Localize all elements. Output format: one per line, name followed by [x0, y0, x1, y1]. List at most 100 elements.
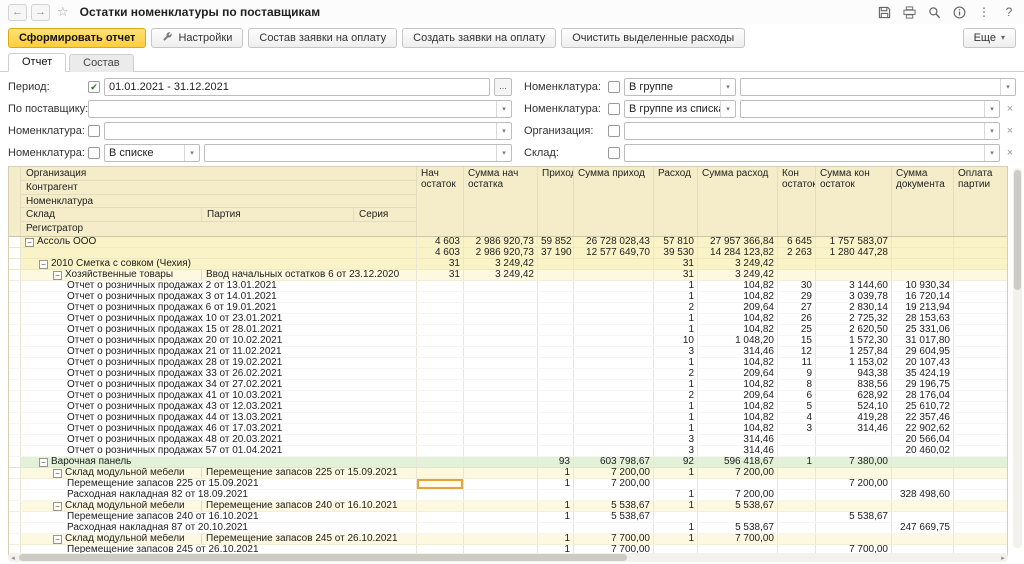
- chevron-down-icon[interactable]: ▾: [984, 123, 999, 139]
- table-cell[interactable]: [891, 457, 953, 467]
- table-cell[interactable]: [537, 523, 573, 533]
- table-cell[interactable]: 31: [416, 259, 463, 269]
- table-cell[interactable]: [537, 314, 573, 324]
- organization-checkbox[interactable]: [608, 125, 620, 137]
- table-cell[interactable]: [953, 347, 1007, 357]
- table-cell[interactable]: 1: [653, 468, 697, 478]
- table-cell[interactable]: 4 603: [416, 248, 463, 258]
- table-cell[interactable]: [953, 391, 1007, 401]
- table-cell[interactable]: 31: [653, 259, 697, 269]
- row-label-cell[interactable]: −Склад модульной мебелиПеремещение запас…: [21, 534, 416, 544]
- table-cell[interactable]: 1 572,30: [815, 336, 891, 346]
- table-cell[interactable]: 20 460,02: [891, 446, 953, 456]
- collapse-expander-icon[interactable]: −: [25, 238, 34, 247]
- table-cell[interactable]: [463, 336, 537, 346]
- table-cell[interactable]: [777, 479, 815, 489]
- table-cell[interactable]: 3: [653, 347, 697, 357]
- table-cell[interactable]: 1 048,20: [697, 336, 777, 346]
- table-cell[interactable]: 16 720,14: [891, 292, 953, 302]
- table-cell[interactable]: 11: [777, 358, 815, 368]
- table-cell[interactable]: 2 263: [777, 248, 815, 258]
- table-cell[interactable]: 2 986 920,73: [463, 237, 537, 247]
- table-cell[interactable]: [463, 457, 537, 467]
- chevron-down-icon[interactable]: ▾: [984, 101, 999, 117]
- table-cell[interactable]: 22 902,62: [891, 424, 953, 434]
- table-cell[interactable]: 3 249,42: [463, 270, 537, 280]
- table-cell[interactable]: 1: [653, 314, 697, 324]
- table-row[interactable]: Отчет о розничных продажах 43 от 12.03.2…: [9, 402, 1007, 413]
- table-cell[interactable]: 1: [777, 457, 815, 467]
- table-cell[interactable]: 1: [653, 292, 697, 302]
- row-label-cell[interactable]: −Склад модульной мебелиПеремещение запас…: [21, 468, 416, 478]
- vertical-scrollbar-thumb[interactable]: [1014, 170, 1021, 290]
- supplier-field[interactable]: ▾: [88, 100, 512, 118]
- collapse-expander-icon[interactable]: −: [53, 502, 62, 511]
- warehouse-field[interactable]: ▾: [624, 144, 1000, 162]
- column-header-nomenclature[interactable]: Номенклатура: [21, 195, 416, 209]
- table-cell[interactable]: [416, 314, 463, 324]
- tab-composition[interactable]: Состав: [69, 54, 133, 72]
- table-cell[interactable]: [573, 347, 653, 357]
- table-cell[interactable]: 3 249,42: [463, 259, 537, 269]
- table-cell[interactable]: [777, 512, 815, 522]
- table-cell[interactable]: [573, 292, 653, 302]
- table-cell[interactable]: [815, 270, 891, 280]
- help-icon[interactable]: ?: [1002, 5, 1016, 19]
- table-cell[interactable]: 5 538,67: [573, 501, 653, 511]
- table-cell[interactable]: 1: [653, 534, 697, 544]
- table-cell[interactable]: 596 418,67: [697, 457, 777, 467]
- payment-composition-button[interactable]: Состав заявки на оплату: [248, 28, 397, 48]
- table-row[interactable]: Перемещение запасов 225 от 15.09.202117 …: [9, 479, 1007, 490]
- table-cell[interactable]: 1: [653, 358, 697, 368]
- save-icon[interactable]: [877, 5, 891, 19]
- table-cell[interactable]: [953, 413, 1007, 423]
- row-label-cell[interactable]: Отчет о розничных продажах 6 от 19.01.20…: [21, 303, 416, 313]
- table-cell[interactable]: 1 153,02: [815, 358, 891, 368]
- table-row[interactable]: Отчет о розничных продажах 46 от 17.03.2…: [9, 424, 1007, 435]
- table-cell[interactable]: 1 257,84: [815, 347, 891, 357]
- clear-filter-icon[interactable]: ×: [1004, 147, 1016, 159]
- table-row[interactable]: −Склад модульной мебелиПеремещение запас…: [9, 468, 1007, 479]
- table-cell[interactable]: 26 728 028,43: [573, 237, 653, 247]
- table-cell[interactable]: [777, 534, 815, 544]
- table-cell[interactable]: 9: [777, 369, 815, 379]
- table-cell[interactable]: [573, 523, 653, 533]
- table-cell[interactable]: [463, 435, 537, 445]
- table-cell[interactable]: [777, 501, 815, 511]
- row-label-cell[interactable]: Расходная накладная 82 от 18.09.2021: [21, 490, 416, 500]
- print-icon[interactable]: [902, 5, 916, 19]
- chevron-down-icon[interactable]: ▾: [184, 145, 199, 161]
- table-cell[interactable]: [537, 292, 573, 302]
- table-cell[interactable]: [416, 457, 463, 467]
- table-cell[interactable]: 25: [777, 325, 815, 335]
- table-cell[interactable]: [416, 424, 463, 434]
- nomenclature-checkbox[interactable]: [608, 81, 620, 93]
- table-cell[interactable]: 31: [653, 270, 697, 280]
- settings-button[interactable]: Настройки: [151, 28, 243, 48]
- table-row[interactable]: Отчет о розничных продажах 34 от 27.02.2…: [9, 380, 1007, 391]
- table-cell[interactable]: [573, 325, 653, 335]
- table-cell[interactable]: 5 538,67: [697, 523, 777, 533]
- table-cell[interactable]: [573, 435, 653, 445]
- table-cell[interactable]: [815, 490, 891, 500]
- table-cell[interactable]: [463, 468, 537, 478]
- forward-button[interactable]: →: [31, 4, 50, 21]
- table-row[interactable]: Отчет о розничных продажах 44 от 13.03.2…: [9, 413, 1007, 424]
- table-cell[interactable]: [777, 259, 815, 269]
- table-cell[interactable]: 1: [653, 281, 697, 291]
- table-cell[interactable]: 1: [537, 468, 573, 478]
- row-label-cell[interactable]: Отчет о розничных продажах 33 от 26.02.2…: [21, 369, 416, 379]
- column-header[interactable]: Сумма документа: [891, 167, 953, 236]
- table-cell[interactable]: [463, 479, 537, 489]
- table-cell[interactable]: [416, 303, 463, 313]
- table-cell[interactable]: [953, 468, 1007, 478]
- table-cell[interactable]: [815, 501, 891, 511]
- table-cell[interactable]: 1: [653, 413, 697, 423]
- table-row[interactable]: Отчет о розничных продажах 28 от 19.02.2…: [9, 358, 1007, 369]
- table-cell[interactable]: [697, 512, 777, 522]
- table-cell[interactable]: 104,82: [697, 325, 777, 335]
- row-label-cell[interactable]: Отчет о розничных продажах 20 от 10.02.2…: [21, 336, 416, 346]
- table-cell[interactable]: 8: [777, 380, 815, 390]
- table-row[interactable]: Отчет о розничных продажах 6 от 19.01.20…: [9, 303, 1007, 314]
- table-cell[interactable]: [891, 248, 953, 258]
